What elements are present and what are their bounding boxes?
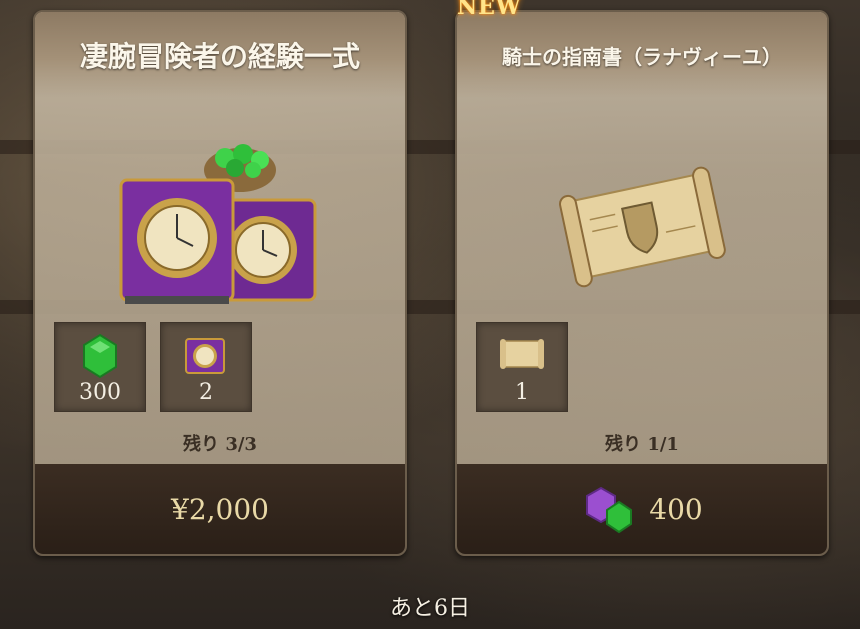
reward-tile-gems[interactable]: 300: [54, 322, 146, 412]
card-header: 騎士の指南書（ラナヴィーユ）: [457, 12, 827, 98]
new-badge: NEW: [457, 0, 522, 20]
exp-book-icon: [185, 338, 225, 374]
pack-card-experience[interactable]: 凄腕冒険者の経験一式 300 2 残り 3/3 ¥2,000: [33, 10, 407, 556]
pack-title: 凄腕冒険者の経験一式: [79, 40, 360, 73]
reward-qty: 2: [199, 380, 213, 405]
scroll-icon: [500, 339, 544, 369]
time-remaining: あと6日: [390, 596, 470, 621]
reward-qty: 300: [79, 380, 121, 405]
reward-tile-scroll[interactable]: 1: [476, 322, 568, 412]
purchase-button[interactable]: ¥2,000: [35, 464, 405, 554]
gem-currency-icon: [586, 486, 633, 534]
reward-qty: 1: [515, 380, 529, 405]
price-label: ¥2,000: [171, 492, 269, 526]
remaining-count: 残り 1/1: [605, 434, 679, 455]
scroll-art: [559, 166, 726, 288]
exp-books-art: [119, 144, 317, 304]
pack-title: 騎士の指南書（ラナヴィーユ）: [502, 44, 782, 69]
green-gem-icon: [83, 333, 117, 379]
pack-card-knight-guide[interactable]: 騎士の指南書（ラナヴィーユ） 1 残り 1/1 400: [455, 10, 829, 556]
card-header: 凄腕冒険者の経験一式: [35, 12, 405, 98]
purchase-button[interactable]: 400: [457, 464, 827, 554]
reward-tile-books[interactable]: 2: [160, 322, 252, 412]
remaining-count: 残り 3/3: [183, 434, 257, 455]
price-label: 400: [649, 492, 703, 526]
